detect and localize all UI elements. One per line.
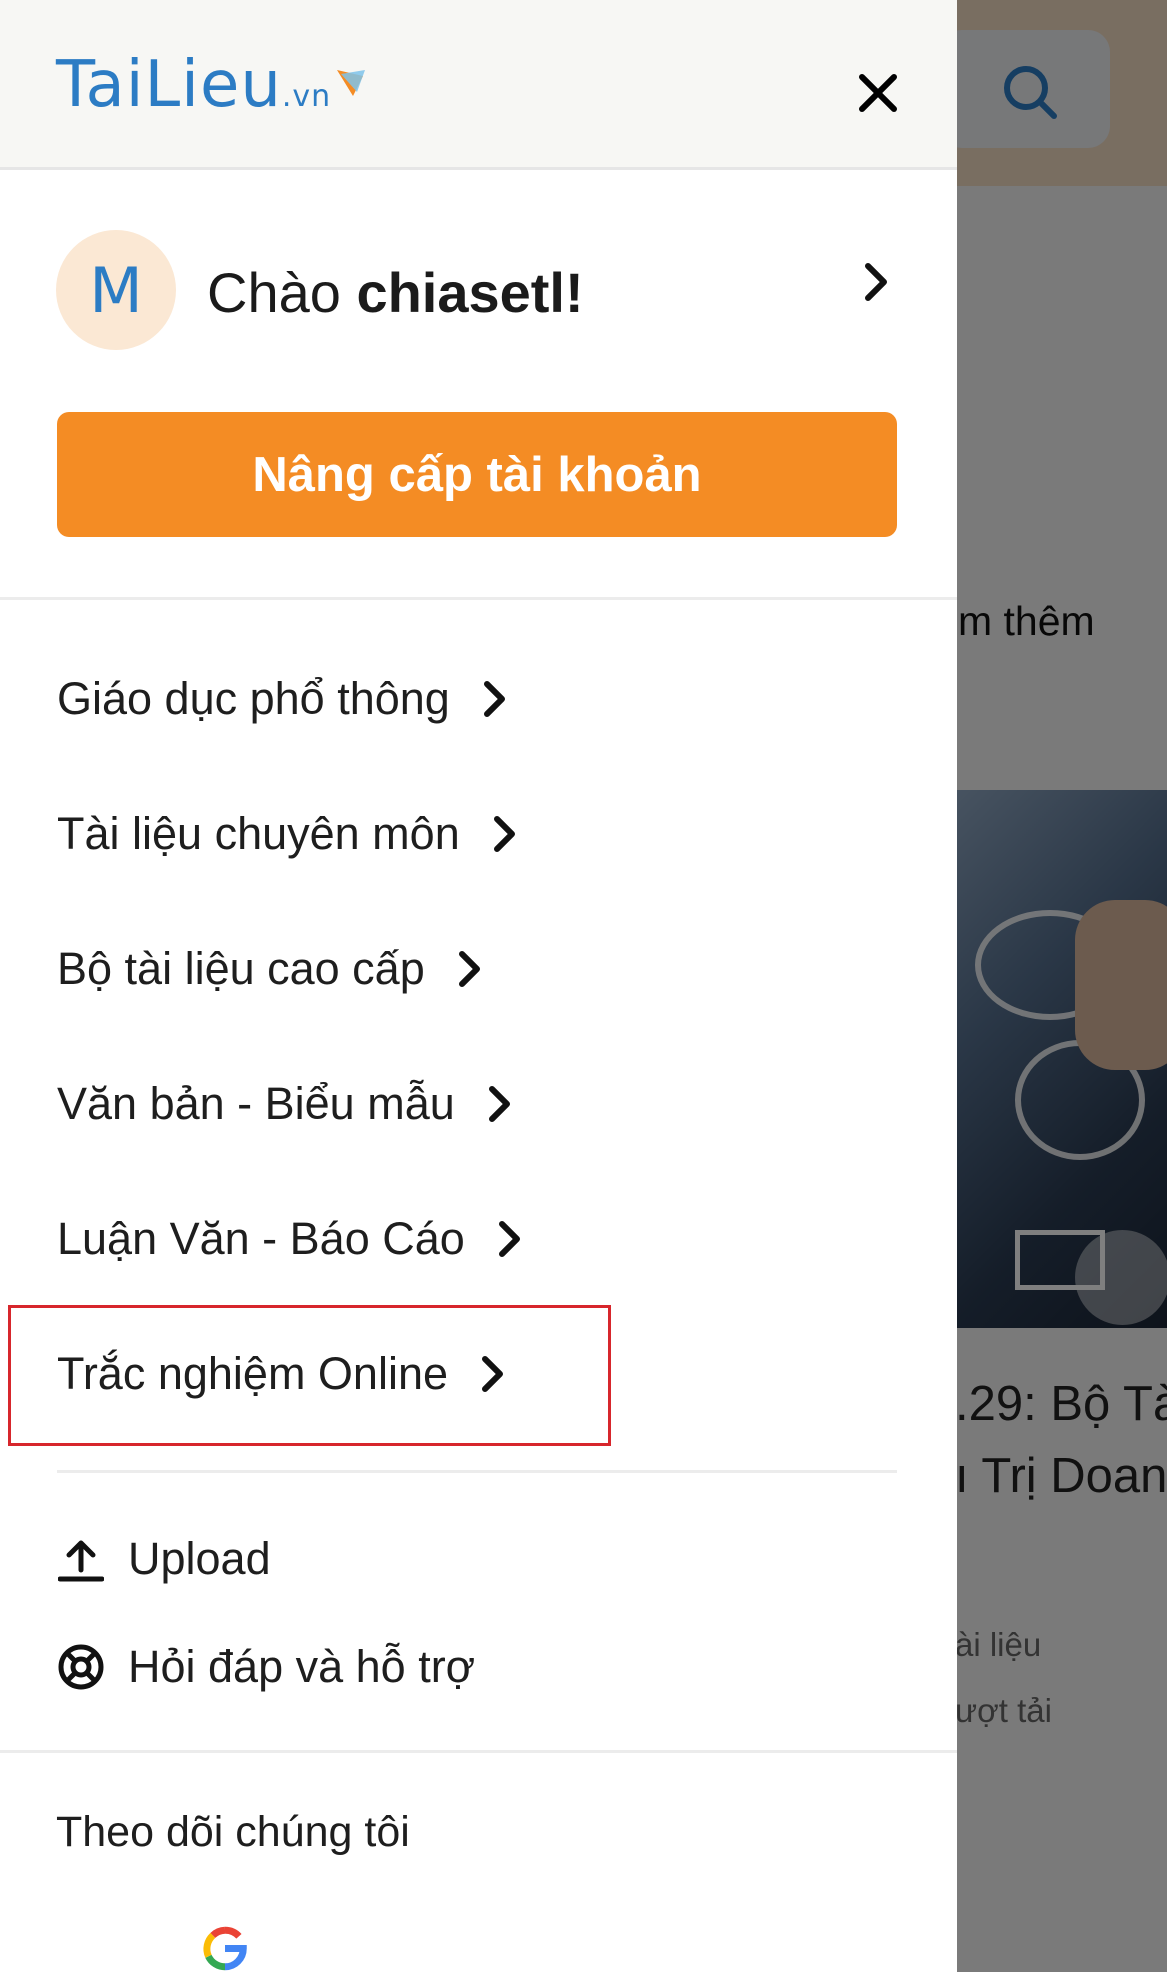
menu-item-label: Tài liệu chuyên môn — [57, 808, 460, 859]
chevron-right-icon — [487, 1084, 513, 1124]
highlight-box — [8, 1305, 611, 1446]
chevron-right-icon — [497, 1219, 523, 1259]
menu-item-tai-lieu-chuyen-mon[interactable]: Tài liệu chuyên môn — [57, 789, 518, 879]
divider — [0, 597, 957, 600]
profile-row[interactable]: M Chào chiasetl! — [0, 230, 957, 360]
divider — [0, 1750, 957, 1753]
menu-item-label: Giáo dục phổ thông — [57, 673, 450, 724]
chevron-right-icon — [457, 949, 483, 989]
divider — [57, 1470, 897, 1473]
menu-item-label: Bộ tài liệu cao cấp — [57, 943, 425, 994]
lifebuoy-icon — [56, 1642, 106, 1692]
logo-tld: .vn — [281, 79, 332, 114]
logo-text: TaiLieu — [56, 48, 282, 122]
menu-item-giao-duc-pho-thong[interactable]: Giáo dục phổ thông — [57, 654, 508, 744]
upload-label: Upload — [128, 1533, 271, 1584]
menu-item-label: Luận Văn - Báo Cáo — [57, 1213, 465, 1264]
google-icon[interactable] — [198, 1925, 252, 1972]
chevron-right-icon — [482, 679, 508, 719]
close-icon — [859, 74, 897, 112]
navigation-drawer: TaiLieu.vn M Chào chiasetl! Nâng cấp tài… — [0, 0, 957, 1972]
upgrade-account-button[interactable]: Nâng cấp tài khoản — [57, 412, 897, 537]
help-support-label: Hỏi đáp và hỗ trợ — [128, 1641, 476, 1692]
upload-link[interactable]: Upload — [56, 1524, 271, 1594]
menu-item-van-ban-bieu-mau[interactable]: Văn bản - Biểu mẫu — [57, 1059, 513, 1149]
menu-item-bo-tai-lieu-cao-cap[interactable]: Bộ tài liệu cao cấp — [57, 924, 483, 1014]
chevron-right-icon — [865, 263, 887, 301]
avatar: M — [56, 230, 176, 350]
menu-item-label: Văn bản - Biểu mẫu — [57, 1078, 455, 1129]
upload-icon — [56, 1534, 106, 1584]
menu-item-luan-van-bao-cao[interactable]: Luận Văn - Báo Cáo — [57, 1194, 523, 1284]
site-logo[interactable]: TaiLieu.vn — [56, 48, 369, 122]
follow-us-heading: Theo dõi chúng tôi — [56, 1808, 410, 1856]
logo-mark-icon — [333, 48, 369, 96]
help-support-link[interactable]: Hỏi đáp và hỗ trợ — [56, 1632, 475, 1702]
chevron-right-icon — [492, 814, 518, 854]
drawer-header: TaiLieu.vn — [0, 0, 957, 170]
username: chiasetl! — [356, 261, 584, 324]
greeting-prefix: Chào — [207, 261, 357, 324]
close-button[interactable] — [840, 55, 916, 131]
greeting-text: Chào chiasetl! — [207, 260, 584, 325]
